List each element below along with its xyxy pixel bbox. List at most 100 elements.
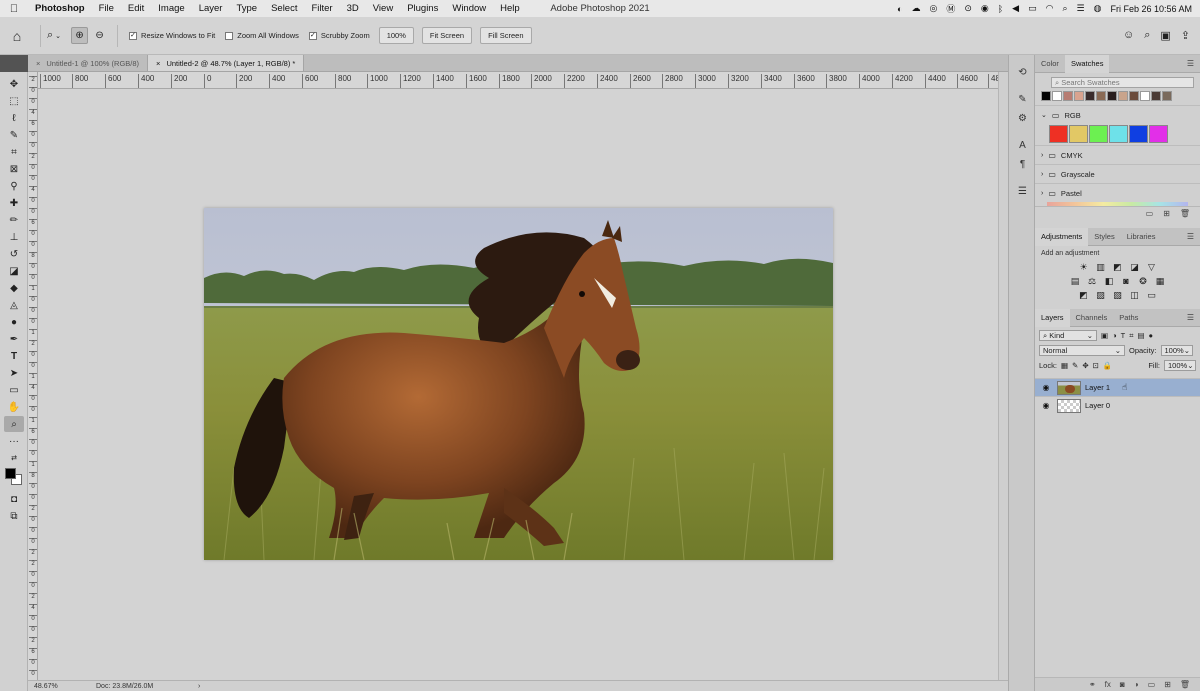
filter-shape-icon[interactable]: ⌗: [1129, 331, 1133, 341]
dodge-tool-icon[interactable]: ●: [4, 314, 24, 330]
type-tool-icon[interactable]: T: [4, 348, 24, 364]
swatch[interactable]: [1085, 91, 1095, 101]
status-menu-arrow[interactable]: ›: [194, 683, 200, 690]
swatch[interactable]: [1109, 125, 1128, 143]
zoom-tool-icon[interactable]: ⌕: [4, 416, 24, 432]
menubar-datetime[interactable]: Fri Feb 26 10:56 AM: [1110, 4, 1192, 14]
menu-type[interactable]: Type: [229, 3, 264, 14]
channel-mixer-icon[interactable]: ❂: [1138, 276, 1149, 287]
paragraph-icon[interactable]: ¶: [1009, 155, 1036, 174]
screen-mode-icon[interactable]: ⧉: [4, 508, 24, 524]
zoom-out-button[interactable]: ⊖: [91, 27, 108, 44]
opacity-input[interactable]: 100% ⌄: [1160, 345, 1193, 356]
battery-icon[interactable]: ▭: [1028, 3, 1037, 14]
brush-settings-icon[interactable]: ✎: [1009, 90, 1036, 109]
history-brush-tool-icon[interactable]: ↺: [4, 246, 24, 262]
layer-row-layer-1[interactable]: ◉ Layer 1 ☝: [1035, 378, 1200, 396]
play-icon[interactable]: ⊙: [964, 3, 972, 14]
hue-saturation-icon[interactable]: ▤: [1070, 276, 1081, 287]
swatch[interactable]: [1140, 91, 1150, 101]
color-lookup-icon[interactable]: ▦: [1155, 276, 1166, 287]
record-icon[interactable]: ◉: [981, 3, 989, 14]
posterize-icon[interactable]: ▨: [1095, 290, 1106, 301]
close-icon[interactable]: ×: [36, 59, 40, 68]
share-icon[interactable]: ☺: [1123, 29, 1134, 42]
menu-window[interactable]: Window: [445, 3, 493, 14]
curves-icon[interactable]: ◩: [1112, 262, 1123, 273]
resize-windows-checkbox[interactable]: ✓ Resize Windows to Fit: [129, 31, 215, 40]
new-group-icon[interactable]: ▭: [1146, 209, 1154, 218]
menu-plugins[interactable]: Plugins: [400, 3, 445, 14]
more-tools-icon[interactable]: ···: [4, 433, 24, 449]
menu-edit[interactable]: Edit: [121, 3, 151, 14]
new-layer-icon[interactable]: ⊞: [1164, 680, 1171, 689]
invert-icon[interactable]: ◩: [1078, 290, 1089, 301]
swatch[interactable]: [1151, 91, 1161, 101]
swatch-group-cmyk[interactable]: › ▭ CMYK: [1035, 145, 1200, 164]
new-group-icon[interactable]: ▭: [1148, 680, 1156, 689]
swatch[interactable]: [1162, 91, 1172, 101]
quick-mask-icon[interactable]: ◘: [4, 491, 24, 507]
eye-icon[interactable]: ◉: [1035, 401, 1057, 410]
eraser-tool-icon[interactable]: ◪: [4, 263, 24, 279]
character-icon[interactable]: A: [1009, 136, 1036, 155]
exposure-icon[interactable]: ◪: [1129, 262, 1140, 273]
zoom-100-button[interactable]: 100%: [378, 27, 414, 44]
tab-layers[interactable]: Layers: [1035, 308, 1070, 327]
trash-icon[interactable]: 🗑: [1180, 680, 1190, 689]
new-swatch-icon[interactable]: ⊞: [1163, 209, 1170, 218]
menu-file[interactable]: File: [92, 3, 121, 14]
panel-menu-icon[interactable]: ☰: [1187, 232, 1194, 241]
clone-stamp-tool-icon[interactable]: ⊥: [4, 229, 24, 245]
scrubby-zoom-checkbox[interactable]: ✓ Scrubby Zoom: [308, 31, 370, 40]
tab-swatches[interactable]: Swatches: [1064, 54, 1110, 73]
layer-mask-icon[interactable]: ◙: [1120, 680, 1125, 689]
tab-styles[interactable]: Styles: [1088, 228, 1120, 246]
menu-layer[interactable]: Layer: [192, 3, 230, 14]
menu-view[interactable]: View: [366, 3, 400, 14]
swatch[interactable]: [1089, 125, 1108, 143]
adjustments-sliders-icon[interactable]: ☰: [1009, 182, 1036, 201]
home-icon[interactable]: ⌂: [0, 28, 34, 44]
close-icon[interactable]: ×: [156, 59, 160, 68]
workspace-icon[interactable]: ▣: [1160, 29, 1170, 42]
menu-image[interactable]: Image: [151, 3, 191, 14]
panel-menu-icon[interactable]: ☰: [1187, 59, 1194, 68]
color-picker[interactable]: [4, 467, 24, 487]
filter-adjustment-icon[interactable]: ◑: [1112, 331, 1117, 340]
cloud-icon[interactable]: ☁: [911, 3, 920, 14]
marquee-tool-icon[interactable]: ⬚: [4, 93, 24, 109]
foreground-color-swatch[interactable]: [5, 468, 16, 479]
filter-toggle-icon[interactable]: ●: [1149, 331, 1154, 340]
tab-libraries[interactable]: Libraries: [1121, 228, 1162, 246]
wifi-icon[interactable]: ◠: [1046, 3, 1054, 14]
swap-colors-icon[interactable]: ⇄: [4, 450, 24, 466]
creative-cloud-icon[interactable]: ◎: [929, 3, 937, 14]
swatch-group-pastel[interactable]: › ▭ Pastel: [1035, 183, 1200, 202]
lock-all-icon[interactable]: 🔒: [1103, 361, 1112, 370]
filter-type-icon[interactable]: T: [1121, 331, 1126, 340]
status-icon[interactable]: ◐: [897, 4, 902, 14]
quick-selection-tool-icon[interactable]: ✎: [4, 127, 24, 143]
swatch[interactable]: [1041, 91, 1051, 101]
path-selection-tool-icon[interactable]: ➤: [4, 365, 24, 381]
bluetooth-icon[interactable]: ᛒ: [998, 4, 1003, 14]
move-tool-icon[interactable]: ✥: [4, 76, 24, 92]
trash-icon[interactable]: 🗑: [1180, 209, 1190, 218]
vibrance-icon[interactable]: ▽: [1146, 262, 1157, 273]
tab-color[interactable]: Color: [1035, 55, 1065, 73]
black-white-icon[interactable]: ◧: [1104, 276, 1115, 287]
siri-icon[interactable]: ◍: [1094, 3, 1102, 14]
apple-icon[interactable]: : [0, 3, 28, 15]
swatch[interactable]: [1063, 91, 1073, 101]
share-upload-icon[interactable]: ⇪: [1181, 29, 1190, 42]
eye-icon[interactable]: ◉: [1035, 383, 1057, 392]
lock-position-icon[interactable]: ✥: [1082, 361, 1088, 370]
canvas-area[interactable]: [38, 89, 998, 680]
swatch[interactable]: [1129, 125, 1148, 143]
swatch-group-grayscale[interactable]: › ▭ Grayscale: [1035, 164, 1200, 183]
filter-pixel-icon[interactable]: ▣: [1101, 331, 1108, 340]
healing-brush-tool-icon[interactable]: ✚: [4, 195, 24, 211]
link-layers-icon[interactable]: ⚭: [1089, 680, 1096, 689]
menu-filter[interactable]: Filter: [304, 3, 339, 14]
